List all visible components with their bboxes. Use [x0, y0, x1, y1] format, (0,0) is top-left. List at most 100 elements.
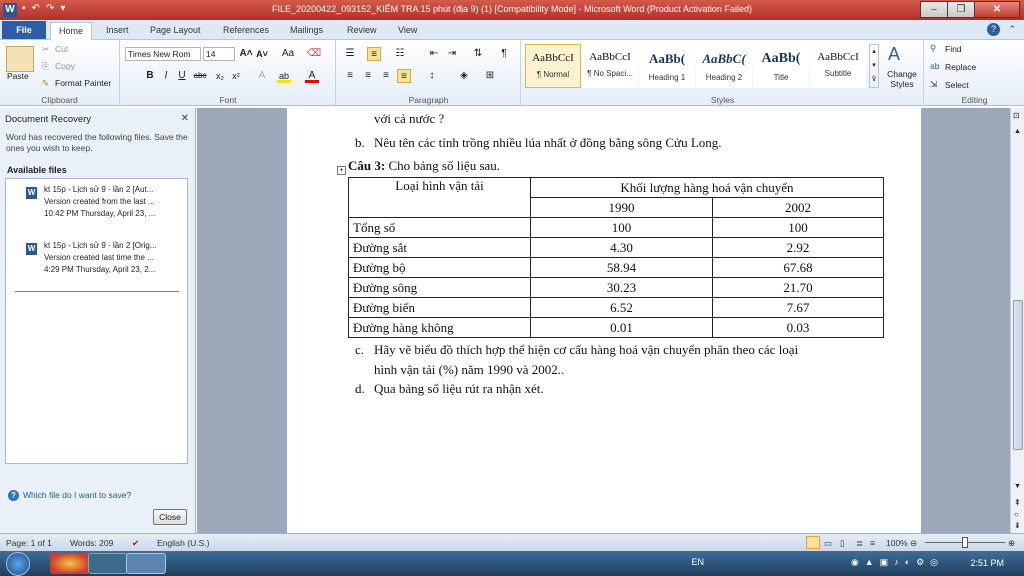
font-name-box[interactable]: Times New Rom: [125, 47, 201, 61]
which-file-help-link[interactable]: ? Which file do I want to save?: [8, 490, 131, 501]
tab-insert[interactable]: Insert: [106, 22, 129, 40]
input-language[interactable]: EN: [691, 557, 704, 567]
tab-home[interactable]: Home: [50, 22, 93, 40]
chrome-taskbar-icon[interactable]: [50, 553, 90, 574]
font-size-box[interactable]: 14: [203, 47, 235, 61]
style-no-spacing[interactable]: AaBbCcI ¶ No Spaci...: [582, 44, 638, 88]
style-heading-1[interactable]: AaBb( Heading 1: [639, 44, 695, 88]
paste-button[interactable]: Paste: [7, 71, 29, 81]
cell-1990: 6.52: [530, 297, 713, 318]
recovered-file-item[interactable]: W kt 15p - Lịch sử 9 - lần 2 [Aut... Ver…: [10, 183, 180, 227]
grow-font-icon[interactable]: A˄: [239, 47, 253, 61]
close-panel-icon[interactable]: ✕: [181, 113, 189, 124]
close-recovery-button[interactable]: Close: [153, 509, 187, 525]
multilevel-list-icon[interactable]: ☷: [393, 47, 407, 61]
subscript-icon[interactable]: x₂: [213, 69, 227, 83]
styles-scroll-icon[interactable]: ▴ ▾ ⊽: [869, 44, 879, 88]
style-subtitle[interactable]: AaBbCcI Subtitle: [810, 44, 866, 88]
change-case-icon[interactable]: Aa: [281, 47, 295, 61]
numbering-icon[interactable]: ≡: [367, 47, 381, 61]
tray-icons[interactable]: ◉▲▣♪◐⚙◎: [851, 557, 944, 568]
text-effects-icon[interactable]: A: [255, 69, 269, 83]
document-page[interactable]: với cả nước ? b. Nêu tên các tỉnh trồng …: [287, 108, 921, 533]
style-heading-2[interactable]: AaBbC( Heading 2: [696, 44, 752, 88]
zoom-slider-thumb[interactable]: [962, 537, 968, 548]
outline-icon[interactable]: ≣: [856, 538, 863, 549]
select-button[interactable]: Select: [945, 80, 969, 90]
scroll-up-icon[interactable]: ▲: [1014, 128, 1021, 135]
line-spacing-icon[interactable]: ↕: [425, 69, 439, 83]
align-right-icon[interactable]: ≡: [379, 69, 393, 83]
find-button[interactable]: Find: [945, 44, 962, 54]
full-screen-icon[interactable]: ▭: [824, 538, 832, 549]
shading-icon[interactable]: ◈: [457, 69, 471, 83]
change-styles-button[interactable]: Change Styles: [883, 69, 921, 89]
zoom-level[interactable]: 100%: [886, 538, 908, 548]
ribbon-tabs: File Home Insert Page Layout References …: [0, 20, 1024, 40]
scroll-thumb[interactable]: [1013, 300, 1023, 450]
copy-icon: ⎘: [42, 61, 49, 71]
tab-review[interactable]: Review: [347, 22, 377, 40]
borders-icon[interactable]: ⊞: [483, 69, 497, 83]
superscript-icon[interactable]: x²: [229, 69, 243, 83]
bullets-icon[interactable]: ☰: [343, 47, 357, 61]
title-bar: W ▪ ↶ ↷ ▾ FILE_20200422_093152_KIỂM TRA …: [0, 0, 1024, 20]
copy-button[interactable]: Copy: [55, 61, 75, 71]
cut-button[interactable]: Cut: [55, 44, 68, 54]
tab-page-layout[interactable]: Page Layout: [150, 22, 201, 40]
zoom-out-icon[interactable]: ⊖: [910, 538, 917, 549]
draft-icon[interactable]: ≡: [870, 538, 875, 548]
table-row: Đường hàng không 0.01 0.03: [348, 317, 884, 338]
format-painter-button[interactable]: Format Painter: [55, 78, 111, 88]
bold-icon[interactable]: B: [143, 69, 157, 83]
minimize-ribbon-icon[interactable]: ⌃: [1008, 24, 1016, 35]
style-normal[interactable]: AaBbCcI ¶ Normal: [525, 44, 581, 88]
restore-button[interactable]: ❐: [947, 1, 975, 18]
previous-page-icon[interactable]: ⇞: [1014, 498, 1021, 507]
table-move-handle-icon[interactable]: +: [337, 166, 346, 175]
browse-object-icon[interactable]: ○: [1014, 510, 1019, 519]
print-layout-icon[interactable]: [806, 536, 820, 549]
align-left-icon[interactable]: ≡: [343, 69, 357, 83]
page-count[interactable]: Page: 1 of 1: [6, 538, 52, 548]
word-taskbar-icon[interactable]: [126, 553, 166, 574]
increase-indent-icon[interactable]: ⇥: [445, 47, 459, 61]
underline-icon[interactable]: U: [175, 69, 189, 83]
next-page-icon[interactable]: ⇟: [1014, 521, 1021, 530]
zoom-in-icon[interactable]: ⊕: [1008, 538, 1015, 549]
highlight-icon[interactable]: ab: [277, 69, 291, 83]
ruler-toggle-icon[interactable]: ⊡: [1013, 111, 1020, 120]
decrease-indent-icon[interactable]: ⇤: [427, 47, 441, 61]
scroll-down-icon[interactable]: ▼: [1014, 483, 1021, 490]
tab-file[interactable]: File: [2, 21, 46, 39]
clock[interactable]: 2:51 PM: [970, 558, 1004, 568]
font-color-icon[interactable]: A: [305, 69, 319, 83]
start-button[interactable]: [6, 552, 30, 576]
tab-view[interactable]: View: [398, 22, 417, 40]
vertical-scrollbar[interactable]: ⊡ ▲ ▼ ⇞ ○ ⇟: [1010, 108, 1024, 533]
sort-icon[interactable]: ⇅: [471, 47, 485, 61]
proofing-icon[interactable]: ✔: [132, 538, 139, 549]
app-taskbar-icon[interactable]: [88, 553, 128, 574]
help-icon[interactable]: ?: [987, 23, 1000, 36]
replace-button[interactable]: Replace: [945, 62, 976, 72]
word-count[interactable]: Words: 209: [70, 538, 113, 548]
tab-references[interactable]: References: [223, 22, 269, 40]
paste-icon[interactable]: [6, 46, 34, 72]
shrink-font-icon[interactable]: A˅: [255, 47, 269, 61]
word-file-icon: W: [26, 187, 37, 199]
show-hide-icon[interactable]: ¶: [497, 47, 511, 61]
italic-icon[interactable]: I: [159, 69, 173, 83]
clear-formatting-icon[interactable]: ⌫: [307, 47, 321, 61]
web-layout-icon[interactable]: ▯: [840, 538, 845, 549]
tab-mailings[interactable]: Mailings: [290, 22, 323, 40]
justify-icon[interactable]: ≡: [397, 69, 411, 83]
cut-icon: ✂: [42, 44, 50, 54]
recovered-file-item[interactable]: W kt 15p - Lịch sử 9 - lần 2 [Orig... Ve…: [10, 239, 180, 283]
language[interactable]: English (U.S.): [157, 538, 209, 548]
close-window-button[interactable]: ✕: [974, 1, 1020, 18]
align-center-icon[interactable]: ≡: [361, 69, 375, 83]
minimize-button[interactable]: –: [920, 1, 948, 18]
style-title[interactable]: AaBb( Title: [753, 44, 809, 88]
strikethrough-icon[interactable]: abc: [193, 69, 207, 83]
